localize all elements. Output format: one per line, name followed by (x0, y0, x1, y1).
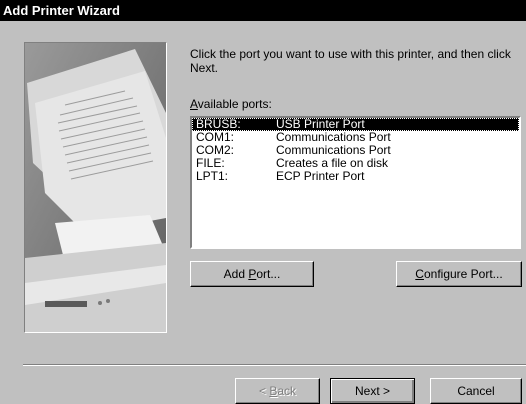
window-title: Add Printer Wizard (3, 3, 120, 18)
instructions-text: Click the port you want to use with this… (190, 47, 511, 75)
back-button[interactable]: < Back (235, 378, 320, 404)
port-name: LPT1: (196, 169, 229, 183)
next-button[interactable]: Next > (330, 378, 415, 404)
add-port-button[interactable]: Add Port... (190, 261, 314, 287)
available-ports-label: Available ports: (190, 97, 272, 111)
printer-illustration (25, 43, 166, 332)
separator (23, 364, 526, 366)
available-ports-list[interactable]: BRUSB: USB Printer Port COM1: Communicat… (190, 116, 521, 249)
cancel-button[interactable]: Cancel (430, 378, 522, 404)
configure-port-button[interactable]: Configure Port... (396, 261, 522, 287)
port-description: ECP Printer Port (276, 169, 365, 183)
title-bar: Add Printer Wizard (0, 0, 526, 21)
port-list-item[interactable]: LPT1: ECP Printer Port (192, 170, 519, 183)
wizard-printer-image (24, 42, 167, 333)
